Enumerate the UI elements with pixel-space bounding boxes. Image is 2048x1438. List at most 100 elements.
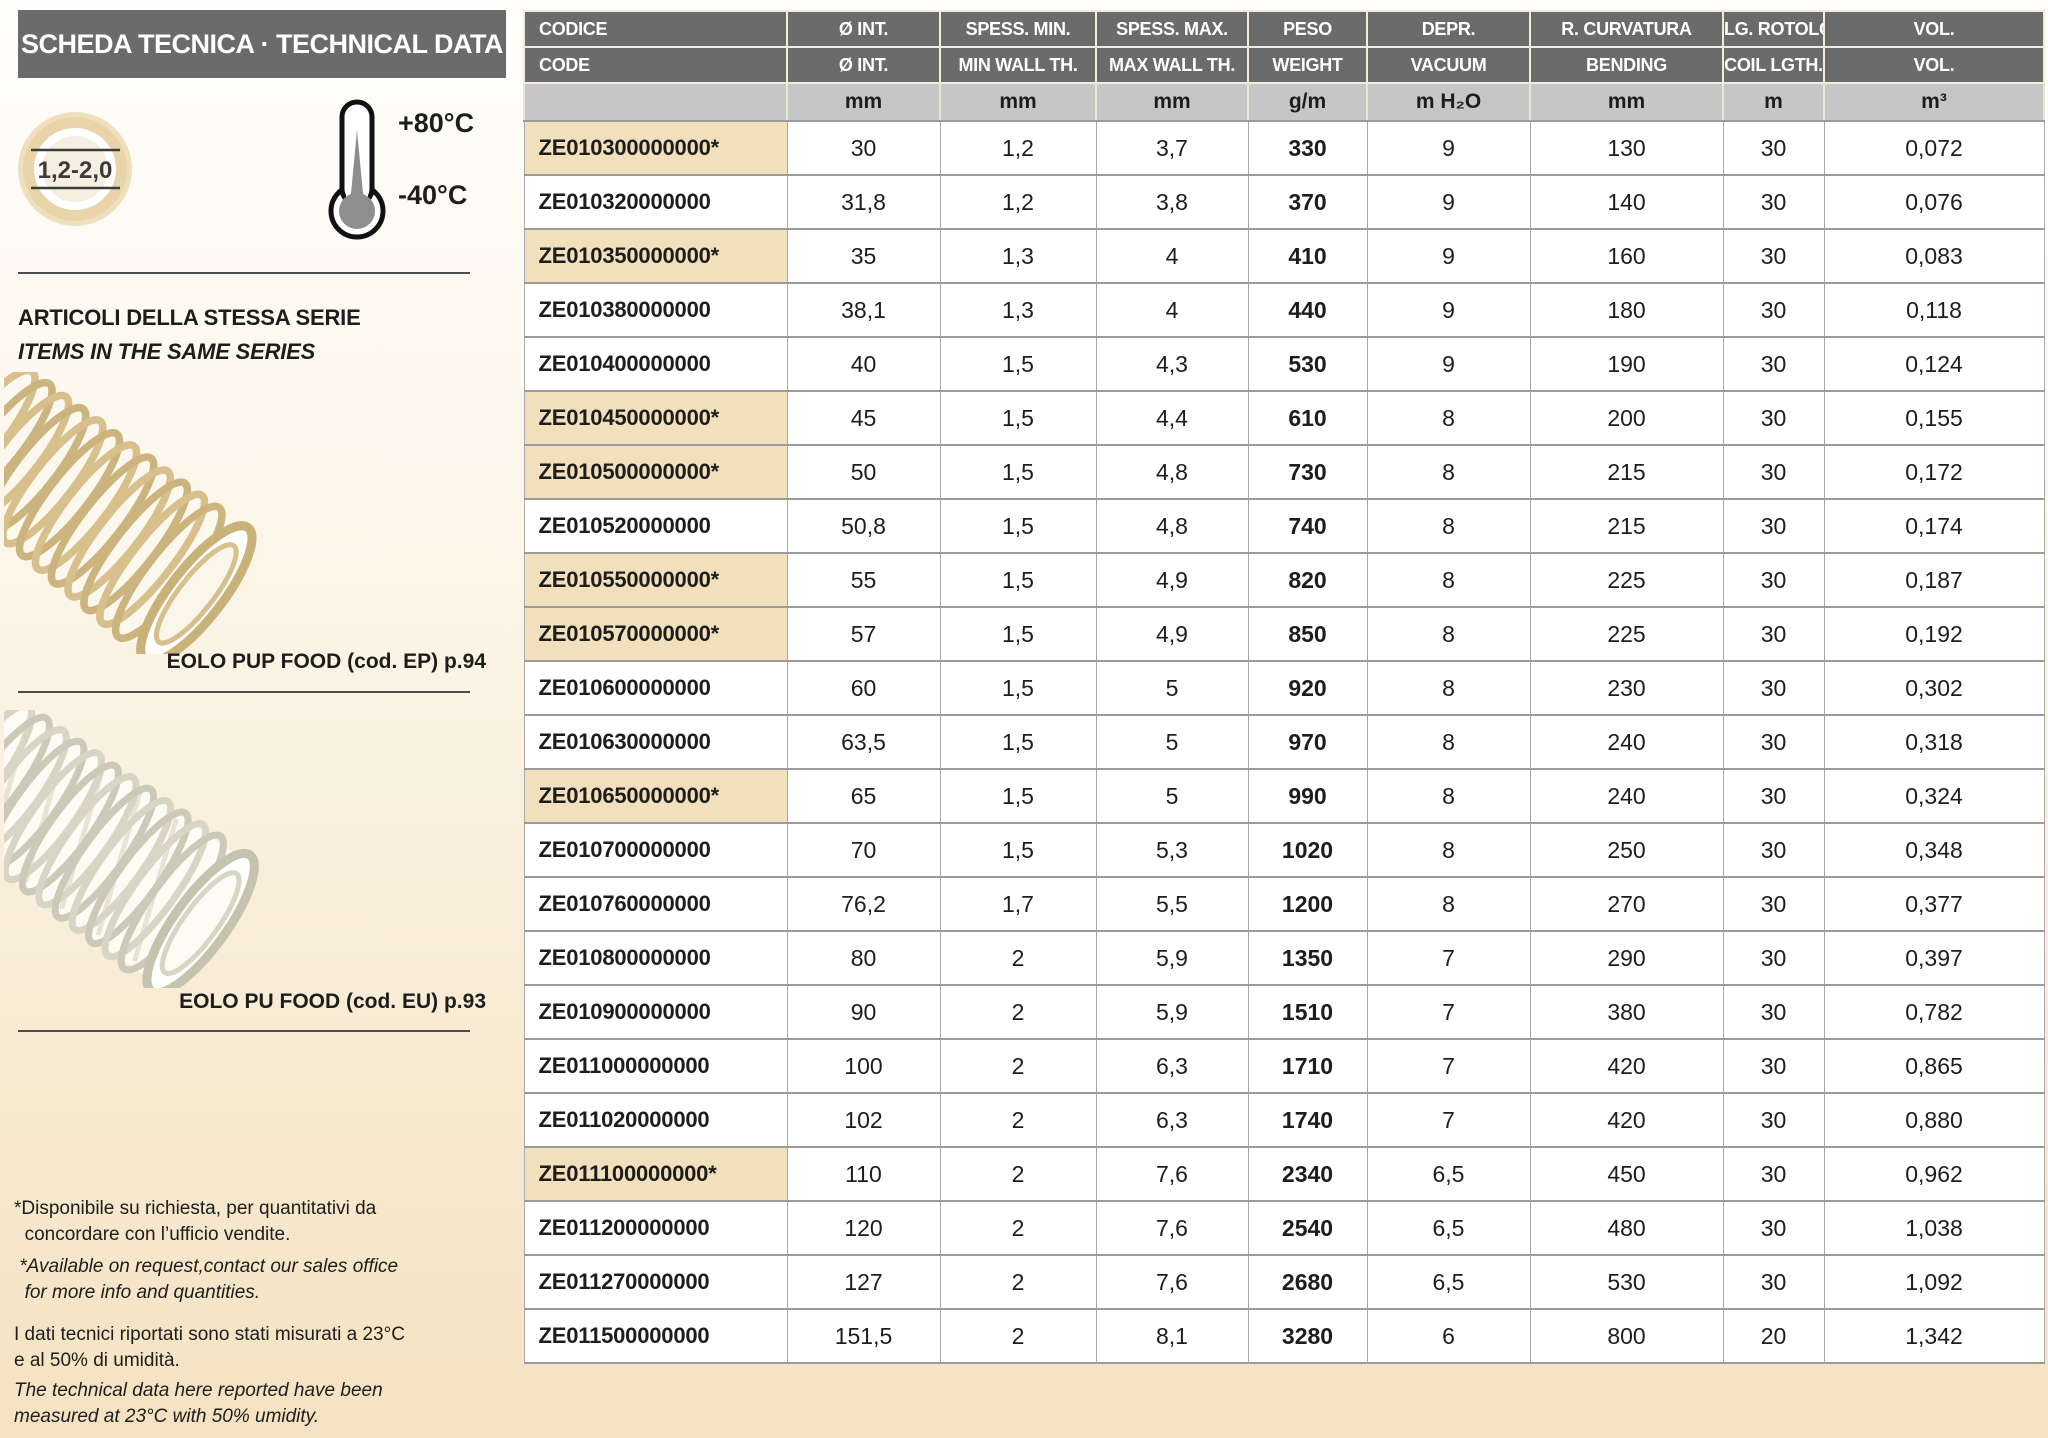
value-cell: 110 bbox=[787, 1147, 940, 1201]
value-cell: 4,8 bbox=[1096, 445, 1248, 499]
table-row: ZE010300000000*301,23,73309130300,072 bbox=[524, 121, 2044, 175]
value-cell: 5 bbox=[1096, 661, 1248, 715]
table-row: ZE01038000000038,11,344409180300,118 bbox=[524, 283, 2044, 337]
thermometer-icon bbox=[326, 98, 388, 240]
value-cell: 50,8 bbox=[787, 499, 940, 553]
value-cell: 30 bbox=[1723, 607, 1824, 661]
value-cell: 7 bbox=[1367, 1093, 1530, 1147]
value-cell: 120 bbox=[787, 1201, 940, 1255]
value-cell: 151,5 bbox=[787, 1309, 940, 1363]
product-code-cell: ZE011000000000 bbox=[524, 1039, 787, 1093]
value-cell: 2 bbox=[940, 1309, 1096, 1363]
value-cell: 4,9 bbox=[1096, 553, 1248, 607]
value-cell: 2680 bbox=[1248, 1255, 1367, 1309]
value-cell: 5,9 bbox=[1096, 985, 1248, 1039]
column-header-it: CODICE bbox=[524, 11, 787, 47]
value-cell: 30 bbox=[1723, 931, 1824, 985]
value-cell: 1,2 bbox=[940, 175, 1096, 229]
temperature-min-label: -40°C bbox=[398, 180, 467, 211]
value-cell: 420 bbox=[1530, 1093, 1723, 1147]
table-row: ZE0108000000008025,913507290300,397 bbox=[524, 931, 2044, 985]
product-code-cell: ZE010380000000 bbox=[524, 283, 787, 337]
value-cell: 0,302 bbox=[1824, 661, 2044, 715]
value-cell: 9 bbox=[1367, 229, 1530, 283]
value-cell: 200 bbox=[1530, 391, 1723, 445]
product-code-cell: ZE011200000000 bbox=[524, 1201, 787, 1255]
value-cell: 65 bbox=[787, 769, 940, 823]
value-cell: 440 bbox=[1248, 283, 1367, 337]
value-cell: 290 bbox=[1530, 931, 1723, 985]
value-cell: 2 bbox=[940, 985, 1096, 1039]
value-cell: 30 bbox=[1723, 769, 1824, 823]
value-cell: 850 bbox=[1248, 607, 1367, 661]
value-cell: 820 bbox=[1248, 553, 1367, 607]
technical-data-table: CODICEØ INT.SPESS. MIN.SPESS. MAX.PESODE… bbox=[523, 10, 2045, 1364]
column-header-it: R. CURVATURA bbox=[1530, 11, 1723, 47]
value-cell: 4,8 bbox=[1096, 499, 1248, 553]
value-cell: 610 bbox=[1248, 391, 1367, 445]
page-title: SCHEDA TECNICA · TECHNICAL DATA bbox=[18, 10, 506, 78]
product-code-cell: ZE010630000000 bbox=[524, 715, 787, 769]
value-cell: 130 bbox=[1530, 121, 1723, 175]
header-row-it: CODICEØ INT.SPESS. MIN.SPESS. MAX.PESODE… bbox=[524, 11, 2044, 47]
value-cell: 5,5 bbox=[1096, 877, 1248, 931]
value-cell: 0,172 bbox=[1824, 445, 2044, 499]
value-cell: 102 bbox=[787, 1093, 940, 1147]
product-code-cell: ZE010400000000 bbox=[524, 337, 787, 391]
value-cell: 100 bbox=[787, 1039, 940, 1093]
value-cell: 215 bbox=[1530, 445, 1723, 499]
table-body: ZE010300000000*301,23,73309130300,072ZE0… bbox=[524, 121, 2044, 1363]
value-cell: 8,1 bbox=[1096, 1309, 1248, 1363]
value-cell: 8 bbox=[1367, 661, 1530, 715]
value-cell: 1740 bbox=[1248, 1093, 1367, 1147]
column-header-en: COIL LGTH. bbox=[1723, 47, 1824, 83]
value-cell: 0,076 bbox=[1824, 175, 2044, 229]
footnote-availability-it: *Disponibile su richiesta, per quantitat… bbox=[14, 1196, 506, 1248]
value-cell: 6,5 bbox=[1367, 1201, 1530, 1255]
column-unit: mm bbox=[1530, 83, 1723, 121]
value-cell: 30 bbox=[1723, 499, 1824, 553]
value-cell: 0,397 bbox=[1824, 931, 2044, 985]
table-row: ZE010400000000401,54,35309190300,124 bbox=[524, 337, 2044, 391]
value-cell: 990 bbox=[1248, 769, 1367, 823]
value-cell: 30 bbox=[1723, 1039, 1824, 1093]
footnote-availability-en: *Available on request,contact our sales … bbox=[14, 1254, 506, 1306]
value-cell: 6,5 bbox=[1367, 1255, 1530, 1309]
value-cell: 1,2 bbox=[940, 121, 1096, 175]
value-cell: 4 bbox=[1096, 229, 1248, 283]
value-cell: 8 bbox=[1367, 499, 1530, 553]
header-row-en: CODEØ INT.MIN WALL TH.MAX WALL TH.WEIGHT… bbox=[524, 47, 2044, 83]
value-cell: 20 bbox=[1723, 1309, 1824, 1363]
value-cell: 76,2 bbox=[787, 877, 940, 931]
value-cell: 0,880 bbox=[1824, 1093, 2044, 1147]
value-cell: 2 bbox=[940, 1255, 1096, 1309]
value-cell: 0,187 bbox=[1824, 553, 2044, 607]
value-cell: 45 bbox=[787, 391, 940, 445]
column-header-en: CODE bbox=[524, 47, 787, 83]
product-code-cell: ZE011500000000 bbox=[524, 1309, 787, 1363]
value-cell: 0,174 bbox=[1824, 499, 2044, 553]
value-cell: 7 bbox=[1367, 1039, 1530, 1093]
hose-photo-eolo-pup-food bbox=[4, 372, 319, 654]
column-header-en: MAX WALL TH. bbox=[1096, 47, 1248, 83]
value-cell: 800 bbox=[1530, 1309, 1723, 1363]
value-cell: 6 bbox=[1367, 1309, 1530, 1363]
value-cell: 4,3 bbox=[1096, 337, 1248, 391]
value-cell: 30 bbox=[1723, 823, 1824, 877]
value-cell: 1,342 bbox=[1824, 1309, 2044, 1363]
value-cell: 4,4 bbox=[1096, 391, 1248, 445]
product-code-cell: ZE010700000000 bbox=[524, 823, 787, 877]
table-row: ZE010600000000601,559208230300,302 bbox=[524, 661, 2044, 715]
product-code-cell: ZE010300000000* bbox=[524, 121, 787, 175]
table-row: ZE010650000000*651,559908240300,324 bbox=[524, 769, 2044, 823]
value-cell: 1350 bbox=[1248, 931, 1367, 985]
value-cell: 2540 bbox=[1248, 1201, 1367, 1255]
column-unit: mm bbox=[940, 83, 1096, 121]
value-cell: 1,5 bbox=[940, 391, 1096, 445]
value-cell: 30 bbox=[1723, 283, 1824, 337]
footnote-measurement-it: I dati tecnici riportati sono stati misu… bbox=[14, 1322, 506, 1374]
value-cell: 6,5 bbox=[1367, 1147, 1530, 1201]
column-header-en: VACUUM bbox=[1367, 47, 1530, 83]
value-cell: 2 bbox=[940, 1201, 1096, 1255]
value-cell: 230 bbox=[1530, 661, 1723, 715]
